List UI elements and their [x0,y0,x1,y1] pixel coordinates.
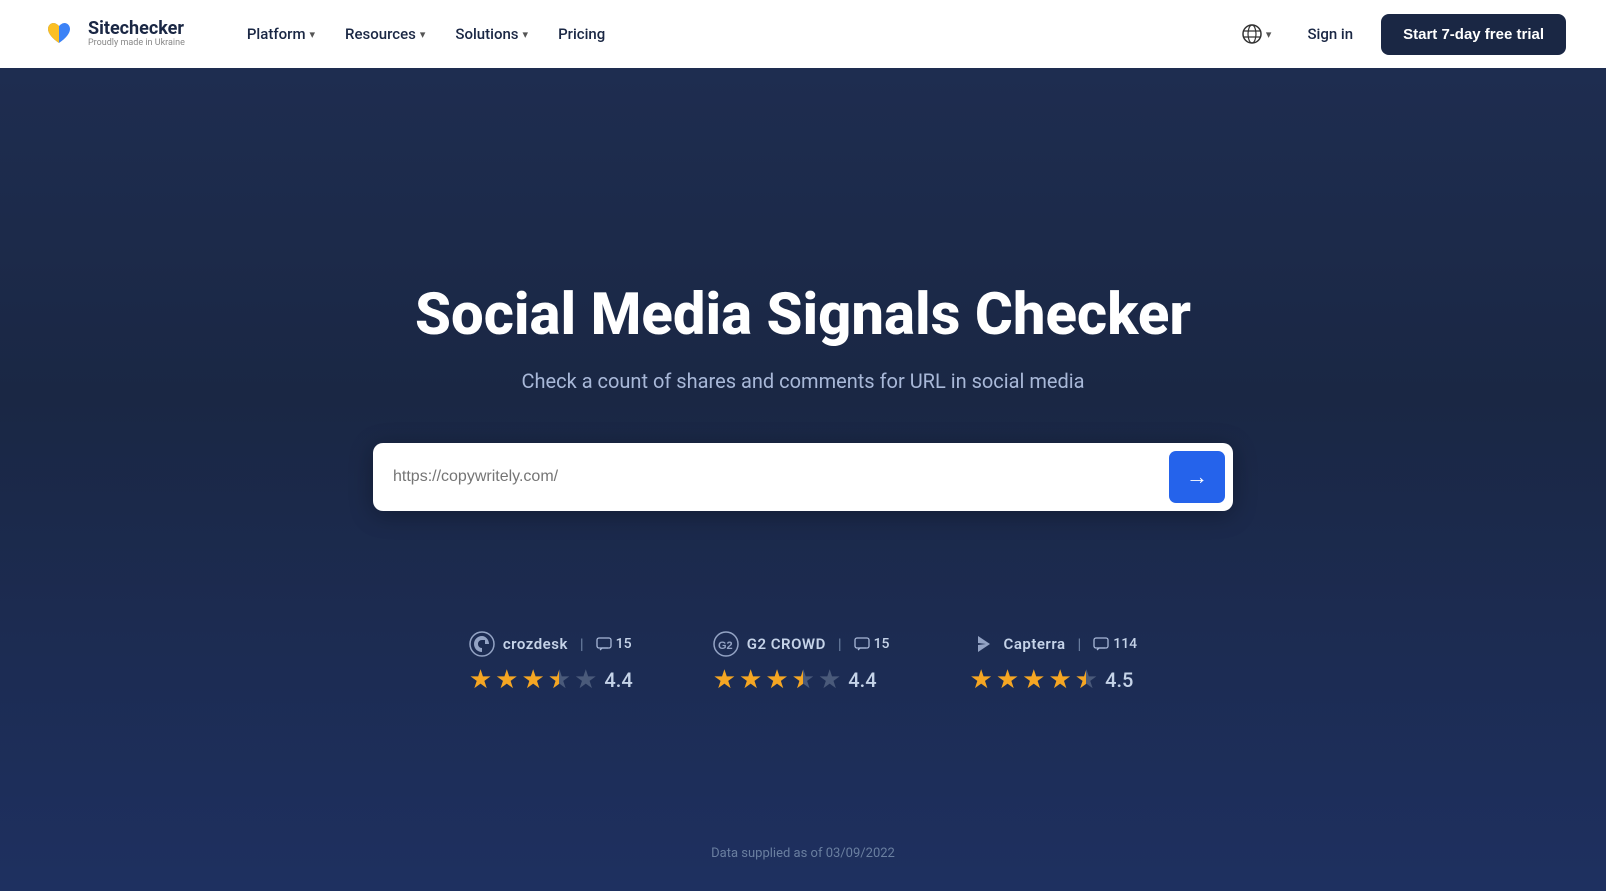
nav-links: Platform ▾ Resources ▾ Solutions ▾ Prici… [235,17,1234,51]
chevron-down-icon: ▾ [523,28,529,41]
data-note: Data supplied as of 03/09/2022 [711,846,895,861]
rating-item: crozdesk | 15 ★★★★★★ 4.4 [469,631,633,695]
star-full-icon: ★ [765,665,788,695]
rating-value: 4.5 [1105,668,1133,692]
arrow-right-icon: → [1186,464,1208,490]
nav-item-pricing[interactable]: Pricing [546,17,617,51]
star-empty-icon: ★ [818,665,841,695]
star-full-icon: ★ [1048,665,1071,695]
platform-logo-icon: G2 [713,631,739,657]
star-empty-icon: ★ [574,665,597,695]
logo-name: Sitechecker [88,19,185,39]
stars-row: ★★★★★★ 4.4 [469,665,633,695]
svg-text:G2: G2 [718,640,733,652]
nav-item-resources[interactable]: Resources ▾ [333,17,437,51]
divider: | [1078,635,1082,653]
nav-label-resources: Resources [345,25,416,43]
logo-tagline: Proudly made in Ukraine [88,39,185,49]
trial-button[interactable]: Start 7-day free trial [1381,14,1566,55]
comment-icon [596,637,612,651]
platform-logo-icon [970,631,996,657]
rating-item: Capterra | 114 ★★★★★★ 4.5 [970,631,1138,695]
stars-row: ★★★★★★ 4.4 [713,665,877,695]
comment-icon [1093,637,1109,651]
star-full-icon: ★ [1022,665,1045,695]
nav-right: ▾ Sign in Start 7-day free trial [1234,14,1566,55]
search-bar: → [373,443,1233,511]
comment-icon [854,637,870,651]
star-full-icon: ★ [713,665,736,695]
rating-header: crozdesk | 15 [469,631,632,657]
nav-label-platform: Platform [247,25,306,43]
review-count: 114 [1113,636,1137,652]
rating-item: G2 G2 CROWD | 15 ★★★★★★ 4.4 [713,631,890,695]
search-button[interactable]: → [1169,451,1225,503]
divider: | [580,635,584,653]
review-count: 15 [874,636,890,652]
star-half-icon: ★★ [792,665,815,695]
star-full-icon: ★ [521,665,544,695]
hero-subtitle: Check a count of shares and comments for… [521,369,1084,393]
chevron-down-icon: ▾ [310,28,316,41]
star-half-icon: ★★ [1075,665,1098,695]
rating-value: 4.4 [604,668,632,692]
hero-section: Social Media Signals Checker Check a cou… [0,68,1606,891]
star-full-icon: ★ [469,665,492,695]
platform-name: crozdesk [503,635,568,653]
logo-icon [40,15,78,53]
platform-name: Capterra [1004,635,1066,653]
signin-button[interactable]: Sign in [1295,17,1365,51]
search-input[interactable] [393,468,1169,486]
platform-logo-icon [469,631,495,657]
review-count: 15 [616,636,632,652]
globe-icon [1242,24,1262,44]
rating-header: G2 G2 CROWD | 15 [713,631,890,657]
rating-value: 4.4 [848,668,876,692]
review-count-wrap: 114 [1093,636,1137,652]
ratings-row: crozdesk | 15 ★★★★★★ 4.4 G2 G2 CROWD | 1… [353,631,1253,695]
platform-name: G2 CROWD [747,635,826,653]
star-full-icon: ★ [739,665,762,695]
logo-link[interactable]: Sitechecker Proudly made in Ukraine [40,15,185,53]
divider: | [838,635,842,653]
nav-item-solutions[interactable]: Solutions ▾ [443,17,540,51]
rating-header: Capterra | 114 [970,631,1138,657]
navbar: Sitechecker Proudly made in Ukraine Plat… [0,0,1606,68]
language-selector[interactable]: ▾ [1234,18,1280,50]
hero-title: Social Media Signals Checker [415,284,1191,348]
nav-label-solutions: Solutions [455,25,518,43]
star-half-icon: ★★ [548,665,571,695]
star-full-icon: ★ [495,665,518,695]
chevron-down-icon: ▾ [420,28,426,41]
stars-row: ★★★★★★ 4.5 [970,665,1134,695]
nav-item-platform[interactable]: Platform ▾ [235,17,327,51]
review-count-wrap: 15 [854,636,890,652]
star-full-icon: ★ [996,665,1019,695]
review-count-wrap: 15 [596,636,632,652]
star-full-icon: ★ [970,665,993,695]
nav-label-pricing: Pricing [558,25,605,43]
chevron-down-icon: ▾ [1266,28,1272,41]
